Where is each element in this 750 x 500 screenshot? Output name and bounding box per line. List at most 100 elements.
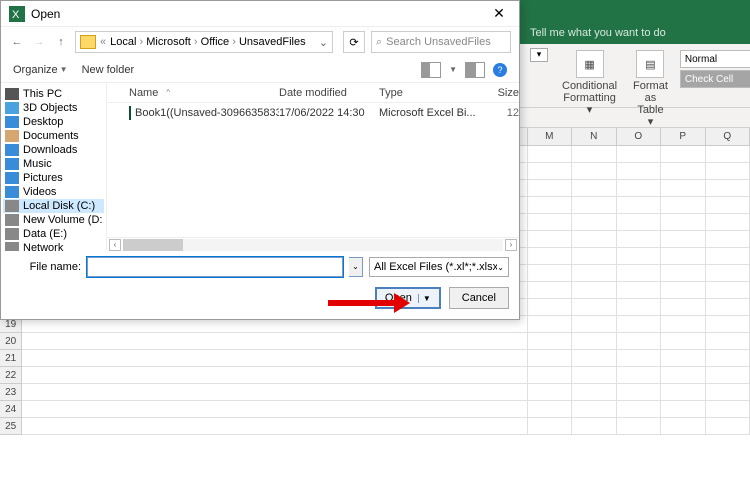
cell[interactable] <box>706 197 750 214</box>
cancel-button[interactable]: Cancel <box>449 287 509 309</box>
cell[interactable] <box>617 214 661 231</box>
cell[interactable] <box>617 180 661 197</box>
cell[interactable] <box>617 265 661 282</box>
cell[interactable] <box>572 163 616 180</box>
cell[interactable] <box>483 401 527 418</box>
cell[interactable] <box>706 163 750 180</box>
tree-item-documents[interactable]: Documents <box>3 129 104 143</box>
cell[interactable] <box>483 367 527 384</box>
cell[interactable] <box>528 316 572 333</box>
cell[interactable] <box>706 231 750 248</box>
cell-styles[interactable]: Normal Check Cell <box>678 48 750 90</box>
cell[interactable] <box>572 401 616 418</box>
cell[interactable] <box>617 367 661 384</box>
scroll-right-button[interactable]: › <box>505 239 517 251</box>
cell[interactable] <box>617 384 661 401</box>
open-split-dropdown[interactable]: ▼ <box>418 294 431 303</box>
cell[interactable] <box>661 418 705 435</box>
style-check-cell[interactable]: Check Cell <box>680 70 750 88</box>
breadcrumb[interactable]: « Local › Microsoft › Office › UnsavedFi… <box>75 31 333 53</box>
cell[interactable] <box>617 401 661 418</box>
horizontal-scrollbar[interactable]: ‹ › <box>107 237 519 251</box>
cell[interactable] <box>617 333 661 350</box>
cell[interactable] <box>661 299 705 316</box>
close-button[interactable]: ✕ <box>487 5 511 22</box>
up-button[interactable]: ↑ <box>53 34 69 50</box>
preview-pane-button[interactable] <box>465 62 485 78</box>
cell[interactable] <box>528 299 572 316</box>
cell[interactable] <box>617 146 661 163</box>
cell[interactable] <box>528 401 572 418</box>
cell[interactable] <box>617 197 661 214</box>
organize-button[interactable]: Organize▼ <box>13 64 68 76</box>
cell[interactable] <box>572 282 616 299</box>
cell[interactable] <box>661 197 705 214</box>
tree-item-this-pc[interactable]: This PC <box>3 87 104 101</box>
help-button[interactable]: ? <box>493 63 507 77</box>
tree-item-network[interactable]: Network <box>3 241 104 251</box>
cell[interactable] <box>483 333 527 350</box>
cell[interactable] <box>661 214 705 231</box>
tree-item-pictures[interactable]: Pictures <box>3 171 104 185</box>
cell[interactable] <box>528 146 572 163</box>
cell[interactable] <box>706 180 750 197</box>
column-header-N[interactable]: N <box>572 128 616 145</box>
cell[interactable] <box>528 248 572 265</box>
cell[interactable] <box>572 248 616 265</box>
cell[interactable] <box>706 265 750 282</box>
cell[interactable] <box>661 265 705 282</box>
cell[interactable] <box>528 231 572 248</box>
cell[interactable] <box>706 418 750 435</box>
cell[interactable] <box>572 231 616 248</box>
search-input[interactable]: ⌕ Search UnsavedFiles <box>371 31 511 53</box>
cell[interactable] <box>528 180 572 197</box>
cell[interactable] <box>483 418 527 435</box>
cell[interactable] <box>661 163 705 180</box>
cell[interactable] <box>572 265 616 282</box>
folder-tree[interactable]: This PC3D ObjectsDesktopDocumentsDownloa… <box>1 83 107 251</box>
cell[interactable] <box>706 384 750 401</box>
cell[interactable] <box>661 282 705 299</box>
cell[interactable] <box>572 333 616 350</box>
cell[interactable] <box>528 384 572 401</box>
scroll-left-button[interactable]: ‹ <box>109 239 121 251</box>
cell[interactable] <box>706 316 750 333</box>
tree-item-3d-objects[interactable]: 3D Objects <box>3 101 104 115</box>
cell[interactable] <box>528 163 572 180</box>
cell[interactable] <box>528 265 572 282</box>
cell[interactable] <box>572 180 616 197</box>
file-row[interactable]: Book1((Unsaved-309663583314130555)).x...… <box>107 103 519 123</box>
cell[interactable] <box>706 367 750 384</box>
file-name-dropdown[interactable]: ⌄ <box>349 257 363 277</box>
tree-item-new-volume-d-[interactable]: New Volume (D: <box>3 213 104 227</box>
refresh-button[interactable]: ⟳ <box>343 31 365 53</box>
cell[interactable] <box>706 401 750 418</box>
cell[interactable] <box>661 146 705 163</box>
cell[interactable] <box>617 163 661 180</box>
new-folder-button[interactable]: New folder <box>82 64 135 76</box>
forward-button[interactable]: → <box>31 34 47 50</box>
cell[interactable] <box>661 231 705 248</box>
style-normal[interactable]: Normal <box>680 50 750 68</box>
cell[interactable] <box>528 418 572 435</box>
cell[interactable] <box>661 384 705 401</box>
cell[interactable] <box>617 316 661 333</box>
cell[interactable] <box>706 248 750 265</box>
list-header[interactable]: Name^ Date modified Type Size <box>107 83 519 103</box>
cell[interactable] <box>706 282 750 299</box>
column-header-M[interactable]: M <box>528 128 572 145</box>
cell[interactable] <box>706 214 750 231</box>
cell[interactable] <box>528 214 572 231</box>
cell[interactable] <box>572 214 616 231</box>
cell[interactable] <box>617 248 661 265</box>
cell[interactable] <box>661 248 705 265</box>
cell[interactable] <box>617 282 661 299</box>
cell[interactable] <box>617 350 661 367</box>
cell[interactable] <box>706 350 750 367</box>
cell[interactable] <box>572 384 616 401</box>
column-header-O[interactable]: O <box>617 128 661 145</box>
file-type-filter[interactable]: All Excel Files (*.xl*;*.xlsx;*.xlsm⌄ <box>369 257 509 277</box>
cell[interactable] <box>661 180 705 197</box>
cell[interactable] <box>706 333 750 350</box>
format-as-table-button[interactable]: ▤ Format as Table ▾ <box>627 48 674 130</box>
